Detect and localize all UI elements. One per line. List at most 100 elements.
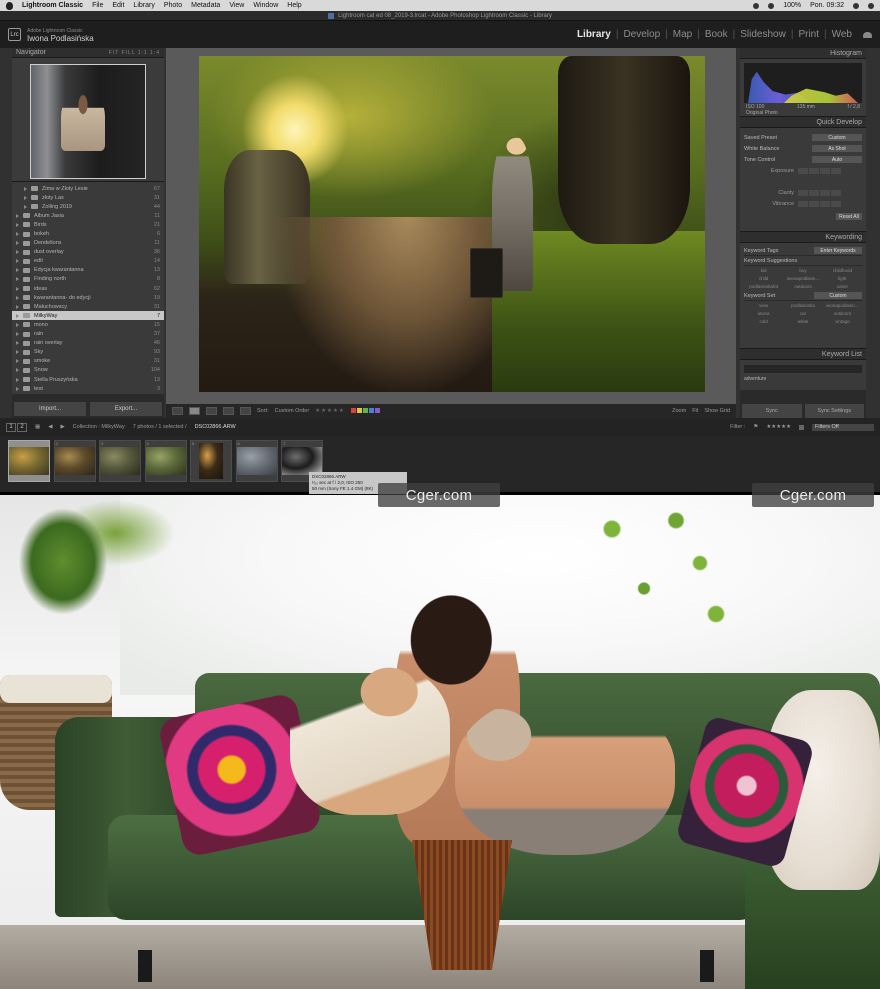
folder-row[interactable]: edit 14 xyxy=(12,257,164,266)
keywording-header[interactable]: Keywording xyxy=(740,232,866,243)
folder-row[interactable]: Snow 104 xyxy=(12,366,164,375)
keyword-set-select[interactable]: Custom xyxy=(814,292,862,299)
rating-stars-icon[interactable]: ★★★★★ xyxy=(315,408,345,414)
keyword-chip[interactable]: iwona xyxy=(744,311,783,316)
folder-row[interactable]: mono 15 xyxy=(12,320,164,329)
folder-row[interactable]: rain overlay 46 xyxy=(12,339,164,348)
flag-icon[interactable]: ⚑ xyxy=(753,424,758,430)
auto-tone-button[interactable]: Auto xyxy=(812,156,862,163)
thumbnail-image[interactable] xyxy=(145,447,186,475)
disclosure-triangle-icon[interactable] xyxy=(16,213,19,218)
folder-row[interactable]: Małuchowscy 31 xyxy=(12,302,164,311)
grid-icon[interactable]: ▦ xyxy=(35,424,40,430)
filmstrip-thumbnail[interactable]: 4 xyxy=(144,440,187,482)
vibrance-up-large[interactable] xyxy=(831,200,841,207)
keyword-suggestions-row[interactable]: Keyword Suggestions xyxy=(744,256,862,266)
keyword-tags-select[interactable]: Enter Keywords xyxy=(814,247,862,254)
disclosure-triangle-icon[interactable] xyxy=(16,277,19,282)
clarity-down-large[interactable] xyxy=(798,189,808,196)
vibrance-down[interactable] xyxy=(809,200,819,207)
color-label-swatch[interactable] xyxy=(350,407,356,413)
disclosure-triangle-icon[interactable] xyxy=(24,195,27,200)
disclosure-triangle-icon[interactable] xyxy=(16,332,19,337)
notification-center-icon[interactable] xyxy=(868,2,874,9)
disclosure-triangle-icon[interactable] xyxy=(16,259,19,264)
color-filter-icon[interactable] xyxy=(799,424,804,430)
keyword-chip[interactable]: childhood xyxy=(823,268,862,273)
menu-window[interactable]: Window xyxy=(253,2,278,9)
menu-edit[interactable]: Edit xyxy=(112,2,124,9)
filmstrip-thumbnail[interactable]: 3 xyxy=(99,440,141,482)
white-balance-select[interactable]: As Shot xyxy=(812,145,862,152)
clarity-up[interactable] xyxy=(820,189,830,196)
sync-settings-button[interactable]: Sync Settings xyxy=(804,404,864,418)
screen-2-button[interactable]: 2 xyxy=(17,422,27,432)
screen-1-button[interactable]: 1 xyxy=(6,422,16,432)
menu-photo[interactable]: Photo xyxy=(164,2,182,9)
keyword-chip[interactable]: boy xyxy=(783,268,822,273)
folder-row[interactable]: Edycja kwarantanna 13 xyxy=(12,266,164,275)
quick-develop-header[interactable]: Quick Develop xyxy=(740,117,866,128)
collection-label[interactable]: Collection : MilkyWay xyxy=(73,424,125,430)
disclosure-triangle-icon[interactable] xyxy=(16,304,19,309)
module-library[interactable]: Library xyxy=(572,29,616,40)
fit-label[interactable]: Fit xyxy=(692,408,698,414)
disclosure-triangle-icon[interactable] xyxy=(16,222,19,227)
vibrance-buttons[interactable] xyxy=(798,200,841,207)
menubar-clock[interactable]: Pon. 09:32 xyxy=(810,2,844,9)
exposure-down-large[interactable] xyxy=(798,167,808,174)
keyword-chip[interactable]: white xyxy=(783,319,822,324)
disclosure-triangle-icon[interactable] xyxy=(16,268,19,273)
disclosure-triangle-icon[interactable] xyxy=(16,350,19,355)
disclosure-triangle-icon[interactable] xyxy=(16,359,19,364)
thumbnail-image[interactable] xyxy=(54,447,95,475)
identity-plate[interactable]: Adobe Lightroom Classic Iwona Podlasińsk… xyxy=(27,27,94,43)
keyword-chip[interactable]: same xyxy=(823,284,862,289)
folder-row[interactable]: rain 37 xyxy=(12,330,164,339)
clarity-buttons[interactable] xyxy=(798,189,841,196)
keyword-chip[interactable]: kid xyxy=(744,268,783,273)
filter-stars-icon[interactable]: ★★★★★ xyxy=(766,424,791,430)
color-label-swatch[interactable] xyxy=(362,407,368,413)
loupe-view-button[interactable] xyxy=(189,407,200,415)
navigator-header[interactable]: Navigator FIT FILL 1:1 1:4 xyxy=(12,48,164,58)
keyword-list-item[interactable]: adventure xyxy=(744,376,862,382)
battery-percent[interactable]: 100% xyxy=(783,2,801,9)
thumbnail-image[interactable] xyxy=(100,447,140,475)
keyword-chip[interactable]: light xyxy=(823,276,862,281)
wifi-icon[interactable] xyxy=(768,2,775,9)
disclosure-triangle-icon[interactable] xyxy=(16,295,19,300)
menu-view[interactable]: View xyxy=(229,2,244,9)
menu-library[interactable]: Library xyxy=(133,2,154,9)
folder-row[interactable]: Stella Pruszyńska 13 xyxy=(12,375,164,384)
keyword-chip[interactable]: vintage xyxy=(823,319,862,324)
selected-filename[interactable]: DSC02866.ARW xyxy=(195,424,236,430)
filmstrip-thumbnail[interactable]: 1 xyxy=(8,440,50,482)
export-button[interactable]: Export... xyxy=(90,402,162,416)
disclosure-triangle-icon[interactable] xyxy=(16,286,19,291)
module-slideshow[interactable]: Slideshow xyxy=(735,29,791,40)
creative-cloud-icon[interactable] xyxy=(863,31,872,38)
disclosure-triangle-icon[interactable] xyxy=(16,313,19,318)
exposure-down[interactable] xyxy=(809,167,819,174)
folder-row[interactable]: Album Jasia 11 xyxy=(12,211,164,220)
keyword-chip[interactable]: cold xyxy=(744,319,783,324)
disclosure-triangle-icon[interactable] xyxy=(16,250,19,255)
disclosure-triangle-icon[interactable] xyxy=(16,232,19,237)
keyword-chip[interactable]: car xyxy=(783,311,822,316)
navigator-zoom-options[interactable]: FIT FILL 1:1 1:4 xyxy=(109,50,160,56)
vibrance-up[interactable] xyxy=(820,200,830,207)
color-label-swatch[interactable] xyxy=(374,407,380,413)
filter-preset-select[interactable]: Filters Off xyxy=(812,423,874,431)
apple-icon[interactable] xyxy=(6,1,13,10)
menu-metadata[interactable]: Metadata xyxy=(191,2,220,9)
disclosure-triangle-icon[interactable] xyxy=(16,377,19,382)
clarity-down[interactable] xyxy=(809,189,819,196)
sync-button[interactable]: Sync xyxy=(742,404,802,418)
folder-row[interactable]: Zima w Złoty Lesie 67 xyxy=(12,184,164,193)
folder-row[interactable]: kwarantanna- do edycji 19 xyxy=(12,293,164,302)
exposure-up-large[interactable] xyxy=(831,167,841,174)
thumbnail-image[interactable] xyxy=(236,447,277,475)
keyword-filter-input[interactable] xyxy=(744,365,862,373)
folder-row[interactable]: Birds 21 xyxy=(12,220,164,229)
